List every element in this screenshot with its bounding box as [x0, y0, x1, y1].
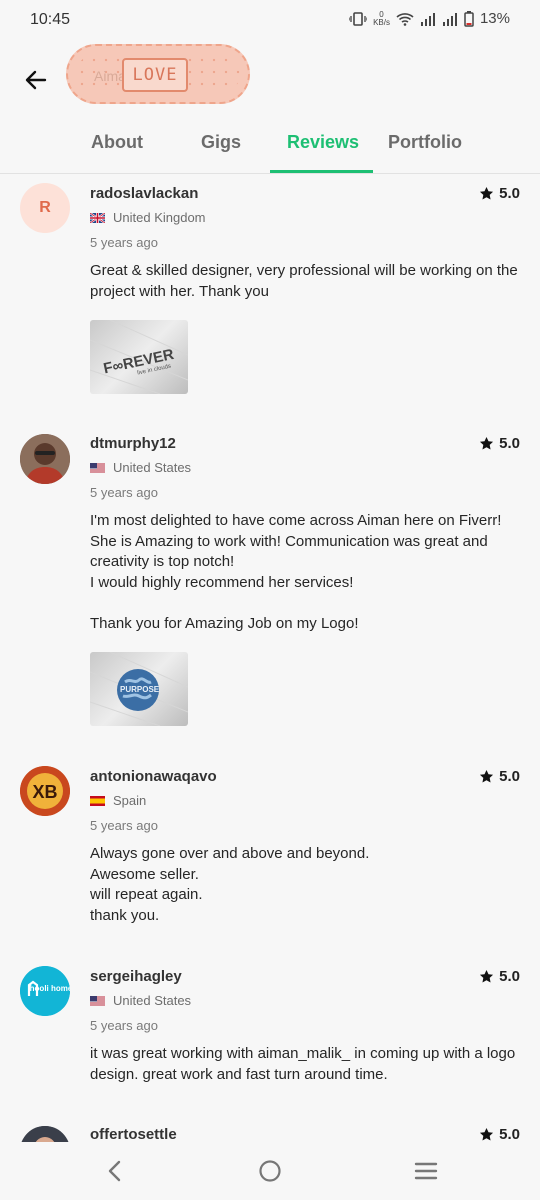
rating-value: 5.0 [499, 435, 520, 452]
uk-flag-icon [90, 212, 105, 223]
review-text: I'm most delighted to have come across A… [90, 512, 502, 632]
arrow-left-icon [25, 70, 47, 90]
review-rating: 5.0 [479, 435, 520, 452]
review-time: 5 years ago [90, 235, 158, 250]
xb-logo-icon: XB [20, 766, 70, 816]
signal-icon-2 [442, 12, 457, 26]
logo-love-text: LOVE [122, 58, 188, 92]
user-photo-icon [20, 1126, 70, 1142]
rating-value: 5.0 [499, 768, 520, 785]
avatar[interactable]: R [20, 183, 70, 233]
avatar-text: XB [32, 782, 57, 802]
system-nav-bar [0, 1142, 540, 1200]
review-image[interactable]: F∞REVER live in clouds [90, 320, 188, 394]
star-icon [480, 186, 494, 200]
battery-percent: 13% [479, 10, 510, 27]
star-icon [480, 969, 494, 983]
active-tab-indicator [270, 170, 373, 173]
tab-portfolio[interactable]: Portfolio [388, 132, 462, 153]
avatar-text: hooli home [30, 984, 70, 993]
review-rating: 5.0 [479, 768, 520, 785]
review-text: it was great working with aiman_malik_ i… [90, 1045, 516, 1083]
star-icon [480, 1127, 494, 1141]
forever-logo-image: F∞REVER live in clouds [90, 320, 188, 394]
review-text: Great & skilled designer, very professio… [90, 262, 518, 300]
status-icons: 0 KB/s 13% [349, 10, 510, 27]
hooli-logo-icon: hooli home [20, 966, 70, 1016]
review-country: United States [90, 460, 191, 475]
country-name: Spain [113, 793, 147, 808]
review-rating: 5.0 [479, 185, 520, 202]
network-speed: 0 KB/s [373, 10, 390, 27]
avatar[interactable]: hooli home [20, 966, 70, 1016]
seller-logo: Aiman LOVE [66, 44, 250, 104]
review-rating: 5.0 [479, 968, 520, 985]
nav-menu-button[interactable] [411, 1156, 441, 1186]
profile-tabs: About Gigs Reviews Portfolio [0, 120, 540, 174]
spain-flag-icon [90, 795, 105, 806]
wifi-icon [396, 12, 414, 26]
avatar[interactable]: XB [20, 766, 70, 816]
reviews-list[interactable]: R radoslavlackan 5.0 United Kingdom 5 ye… [0, 175, 540, 1142]
rating-value: 5.0 [499, 1126, 520, 1142]
review-time: 5 years ago [90, 818, 158, 833]
status-time: 10:45 [30, 11, 71, 28]
tab-reviews[interactable]: Reviews [287, 132, 359, 153]
country-name: United States [113, 460, 192, 475]
status-bar: 10:45 0 KB/s 13% [0, 0, 540, 40]
back-button[interactable] [20, 64, 52, 96]
us-flag-icon [90, 462, 105, 473]
purpose-logo-image: PURPOSE [90, 652, 188, 726]
review-country: United States [90, 993, 191, 1008]
battery-icon [464, 10, 474, 27]
review-username[interactable]: radoslavlackan [90, 185, 198, 202]
avatar[interactable] [20, 434, 70, 484]
nav-back-icon [108, 1160, 121, 1182]
star-icon [480, 769, 494, 783]
rating-value: 5.0 [499, 185, 520, 202]
country-name: United Kingdom [113, 210, 206, 225]
tab-gigs[interactable]: Gigs [201, 132, 241, 153]
review-country: United Kingdom [90, 210, 206, 225]
review-image[interactable]: PURPOSE [90, 652, 188, 726]
rating-value: 5.0 [499, 968, 520, 985]
review-text: Always gone over and above and beyond. A… [90, 845, 370, 924]
vibrate-icon [349, 11, 368, 26]
nav-home-button[interactable] [255, 1156, 285, 1186]
nav-back-button[interactable] [99, 1156, 129, 1186]
review-time: 5 years ago [90, 1018, 158, 1033]
review-username[interactable]: dtmurphy12 [90, 435, 176, 452]
nav-menu-icon [414, 1162, 438, 1180]
us-flag-icon [90, 995, 105, 1006]
tab-about[interactable]: About [91, 132, 143, 153]
review-rating: 5.0 [479, 1126, 520, 1142]
star-icon [480, 436, 494, 450]
network-speed-unit: KB/s [373, 17, 390, 27]
image-brand-text: PURPOSE [120, 685, 160, 694]
review-username[interactable]: antonionawaqavo [90, 768, 217, 785]
review-username[interactable]: sergeihagley [90, 968, 182, 985]
review-time: 5 years ago [90, 485, 158, 500]
user-photo-icon [20, 434, 70, 484]
signal-icon [420, 12, 435, 26]
review-username[interactable]: offertosettle [90, 1126, 177, 1142]
nav-home-icon [259, 1160, 281, 1182]
country-name: United States [113, 993, 192, 1008]
app-header: Aiman LOVE [0, 40, 540, 120]
review-country: Spain [90, 793, 146, 808]
avatar[interactable] [20, 1126, 70, 1142]
